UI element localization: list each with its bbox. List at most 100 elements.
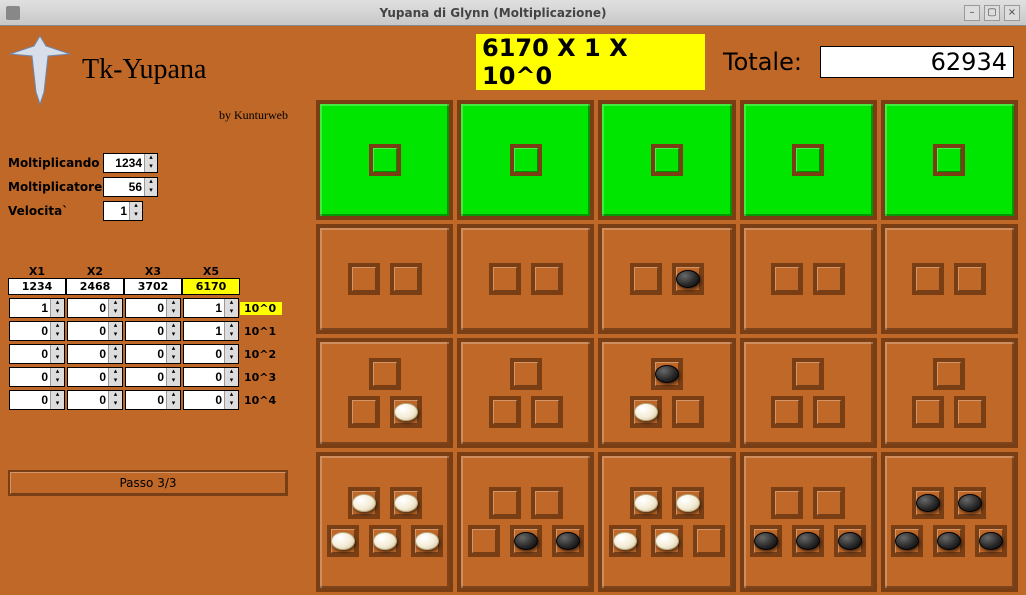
slot[interactable] [390, 396, 422, 428]
slot[interactable] [792, 525, 824, 557]
down-icon[interactable]: ▾ [50, 400, 64, 409]
power-input[interactable] [184, 393, 224, 407]
slot[interactable] [468, 525, 500, 557]
slot[interactable] [390, 263, 422, 295]
power-input[interactable] [10, 324, 50, 338]
slot[interactable] [813, 263, 845, 295]
power-stepper[interactable]: ▴▾ [125, 367, 181, 387]
moltiplicando-input[interactable] [104, 156, 144, 170]
power-input[interactable] [126, 301, 166, 315]
slot[interactable] [510, 358, 542, 390]
slot[interactable] [348, 396, 380, 428]
slot[interactable] [510, 525, 542, 557]
slot[interactable] [954, 263, 986, 295]
maximize-button[interactable]: ▢ [984, 5, 1000, 21]
slot[interactable] [954, 396, 986, 428]
slot[interactable] [672, 396, 704, 428]
slot[interactable] [630, 487, 662, 519]
slot[interactable] [933, 144, 965, 176]
slot[interactable] [552, 525, 584, 557]
slot[interactable] [369, 525, 401, 557]
down-icon[interactable]: ▾ [224, 400, 238, 409]
slot[interactable] [348, 487, 380, 519]
power-stepper[interactable]: ▴▾ [67, 344, 123, 364]
slot[interactable] [630, 396, 662, 428]
power-input[interactable] [184, 301, 224, 315]
power-input[interactable] [68, 324, 108, 338]
down-icon[interactable]: ▾ [224, 308, 238, 317]
power-stepper[interactable]: ▴▾ [183, 298, 239, 318]
slot[interactable] [792, 144, 824, 176]
power-input[interactable] [68, 301, 108, 315]
slot[interactable] [531, 487, 563, 519]
power-input[interactable] [10, 370, 50, 384]
slot[interactable] [933, 358, 965, 390]
power-input[interactable] [184, 370, 224, 384]
down-icon[interactable]: ▾ [129, 211, 142, 220]
slot[interactable] [771, 487, 803, 519]
slot[interactable] [327, 525, 359, 557]
slot[interactable] [672, 263, 704, 295]
power-stepper[interactable]: ▴▾ [67, 321, 123, 341]
slot[interactable] [630, 263, 662, 295]
power-input[interactable] [68, 347, 108, 361]
down-icon[interactable]: ▾ [50, 377, 64, 386]
slot[interactable] [510, 144, 542, 176]
power-stepper[interactable]: ▴▾ [9, 367, 65, 387]
power-input[interactable] [126, 370, 166, 384]
power-stepper[interactable]: ▴▾ [9, 344, 65, 364]
slot[interactable] [792, 358, 824, 390]
power-stepper[interactable]: ▴▾ [67, 390, 123, 410]
slot[interactable] [348, 263, 380, 295]
slot[interactable] [369, 358, 401, 390]
power-input[interactable] [184, 347, 224, 361]
slot[interactable] [651, 144, 683, 176]
slot[interactable] [954, 487, 986, 519]
power-stepper[interactable]: ▴▾ [125, 390, 181, 410]
down-icon[interactable]: ▾ [166, 377, 180, 386]
slot[interactable] [531, 396, 563, 428]
moltiplicando-stepper[interactable]: ▴▾ [103, 153, 158, 173]
close-button[interactable]: × [1004, 5, 1020, 21]
down-icon[interactable]: ▾ [224, 354, 238, 363]
slot[interactable] [912, 263, 944, 295]
power-stepper[interactable]: ▴▾ [125, 321, 181, 341]
slot[interactable] [651, 525, 683, 557]
slot[interactable] [651, 358, 683, 390]
velocita-stepper[interactable]: ▴▾ [103, 201, 143, 221]
down-icon[interactable]: ▾ [144, 187, 157, 196]
slot[interactable] [489, 487, 521, 519]
slot[interactable] [891, 525, 923, 557]
power-input[interactable] [10, 347, 50, 361]
slot[interactable] [609, 525, 641, 557]
slot[interactable] [912, 396, 944, 428]
down-icon[interactable]: ▾ [166, 400, 180, 409]
down-icon[interactable]: ▾ [166, 354, 180, 363]
slot[interactable] [771, 396, 803, 428]
power-input[interactable] [68, 370, 108, 384]
power-stepper[interactable]: ▴▾ [183, 321, 239, 341]
down-icon[interactable]: ▾ [166, 308, 180, 317]
down-icon[interactable]: ▾ [50, 331, 64, 340]
slot[interactable] [390, 487, 422, 519]
down-icon[interactable]: ▾ [224, 377, 238, 386]
slot[interactable] [975, 525, 1007, 557]
power-stepper[interactable]: ▴▾ [9, 390, 65, 410]
power-input[interactable] [126, 347, 166, 361]
down-icon[interactable]: ▾ [166, 331, 180, 340]
power-input[interactable] [10, 301, 50, 315]
passo-button[interactable]: Passo 3/3 [8, 470, 288, 496]
power-input[interactable] [126, 324, 166, 338]
power-stepper[interactable]: ▴▾ [9, 298, 65, 318]
moltiplicatore-input[interactable] [104, 180, 144, 194]
moltiplicatore-stepper[interactable]: ▴▾ [103, 177, 158, 197]
down-icon[interactable]: ▾ [108, 400, 122, 409]
down-icon[interactable]: ▾ [50, 308, 64, 317]
slot[interactable] [531, 263, 563, 295]
power-stepper[interactable]: ▴▾ [183, 344, 239, 364]
slot[interactable] [672, 487, 704, 519]
slot[interactable] [813, 487, 845, 519]
slot[interactable] [489, 396, 521, 428]
down-icon[interactable]: ▾ [108, 354, 122, 363]
power-stepper[interactable]: ▴▾ [183, 367, 239, 387]
